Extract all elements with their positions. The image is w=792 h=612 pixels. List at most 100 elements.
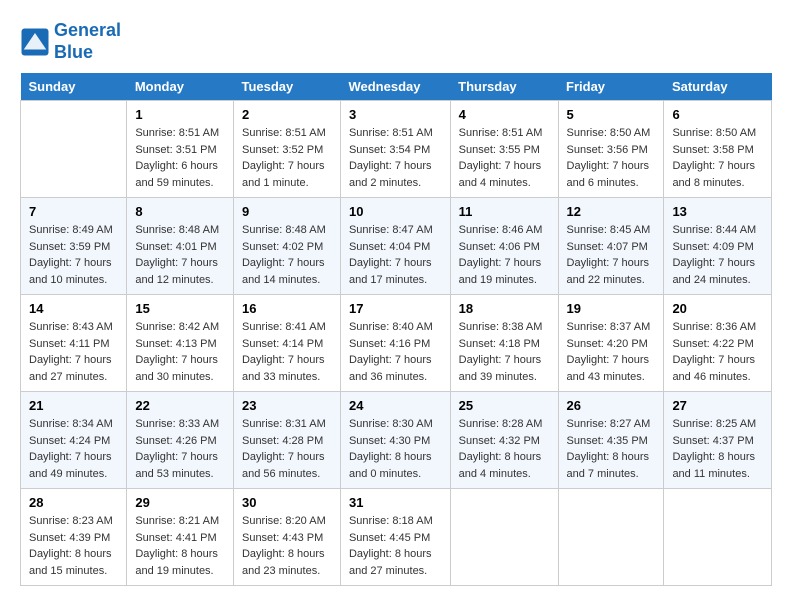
calendar-cell: 16Sunrise: 8:41 AMSunset: 4:14 PMDayligh… — [233, 295, 340, 392]
day-number: 30 — [242, 495, 332, 510]
day-number: 27 — [672, 398, 763, 413]
week-row-3: 14 Sunrise: 8:43 AMSunset: 4:11 PMDayligh… — [21, 295, 772, 392]
day-info: Sunrise: 8:23 AMSunset: 4:39 PMDaylight:… — [29, 513, 118, 579]
day-info: Sunrise: 8:45 AMSunset: 4:07 PMDaylight:… — [567, 222, 656, 288]
header-day-saturday: Saturday — [664, 73, 772, 101]
calendar-cell — [450, 489, 558, 586]
day-number: 2 — [242, 107, 332, 122]
calendar-cell: 22 Sunrise: 8:33 AMSunset: 4:26 PMDayligh… — [127, 392, 234, 489]
calendar-cell: 3 Sunrise: 8:51 AMSunset: 3:54 PMDaylight… — [340, 101, 450, 198]
day-number: 21 — [29, 398, 118, 413]
day-info: Sunrise: 8:27 AMSunset: 4:35 PMDaylight:… — [567, 416, 656, 482]
day-info: Sunrise: 8:49 AMSunset: 3:59 PMDaylight:… — [29, 222, 118, 288]
calendar-cell: 4 Sunrise: 8:51 AMSunset: 3:55 PMDaylight… — [450, 101, 558, 198]
calendar-cell: 20 Sunrise: 8:36 AMSunset: 4:22 PMDayligh… — [664, 295, 772, 392]
day-info: Sunrise: 8:51 AMSunset: 3:52 PMDaylight:… — [242, 125, 332, 191]
day-number: 25 — [459, 398, 550, 413]
calendar-cell: 28 Sunrise: 8:23 AMSunset: 4:39 PMDayligh… — [21, 489, 127, 586]
day-info: Sunrise: 8:43 AMSunset: 4:11 PMDaylight:… — [29, 319, 118, 385]
week-row-5: 28 Sunrise: 8:23 AMSunset: 4:39 PMDayligh… — [21, 489, 772, 586]
calendar-cell: 21 Sunrise: 8:34 AMSunset: 4:24 PMDayligh… — [21, 392, 127, 489]
day-number: 17 — [349, 301, 442, 316]
day-info: Sunrise: 8:34 AMSunset: 4:24 PMDaylight:… — [29, 416, 118, 482]
day-number: 31 — [349, 495, 442, 510]
calendar-cell: 14 Sunrise: 8:43 AMSunset: 4:11 PMDayligh… — [21, 295, 127, 392]
day-number: 18 — [459, 301, 550, 316]
calendar-cell: 23 Sunrise: 8:31 AMSunset: 4:28 PMDayligh… — [233, 392, 340, 489]
day-number: 5 — [567, 107, 656, 122]
header-day-sunday: Sunday — [21, 73, 127, 101]
header-day-friday: Friday — [558, 73, 664, 101]
day-info: Sunrise: 8:30 AMSunset: 4:30 PMDaylight:… — [349, 416, 442, 482]
calendar-cell: 8 Sunrise: 8:48 AMSunset: 4:01 PMDaylight… — [127, 198, 234, 295]
calendar-cell: 15 Sunrise: 8:42 AMSunset: 4:13 PMDayligh… — [127, 295, 234, 392]
day-number: 29 — [135, 495, 225, 510]
day-info: Sunrise: 8:31 AMSunset: 4:28 PMDaylight:… — [242, 416, 332, 482]
day-info: Sunrise: 8:50 AMSunset: 3:56 PMDaylight:… — [567, 125, 656, 191]
calendar-cell: 7 Sunrise: 8:49 AMSunset: 3:59 PMDaylight… — [21, 198, 127, 295]
logo-text: GeneralBlue — [54, 20, 121, 63]
day-number: 22 — [135, 398, 225, 413]
page-header: GeneralBlue — [20, 20, 772, 63]
day-info: Sunrise: 8:48 AMSunset: 4:01 PMDaylight:… — [135, 222, 225, 288]
calendar-cell: 17 Sunrise: 8:40 AMSunset: 4:16 PMDayligh… — [340, 295, 450, 392]
logo-icon — [20, 27, 50, 57]
calendar-cell: 11Sunrise: 8:46 AMSunset: 4:06 PMDayligh… — [450, 198, 558, 295]
day-info: Sunrise: 8:47 AMSunset: 4:04 PMDaylight:… — [349, 222, 442, 288]
day-info: Sunrise: 8:21 AMSunset: 4:41 PMDaylight:… — [135, 513, 225, 579]
day-number: 12 — [567, 204, 656, 219]
day-info: Sunrise: 8:50 AMSunset: 3:58 PMDaylight:… — [672, 125, 763, 191]
day-number: 10 — [349, 204, 442, 219]
calendar-cell — [664, 489, 772, 586]
calendar-cell: 12 Sunrise: 8:45 AMSunset: 4:07 PMDayligh… — [558, 198, 664, 295]
header-day-wednesday: Wednesday — [340, 73, 450, 101]
day-info: Sunrise: 8:51 AMSunset: 3:54 PMDaylight:… — [349, 125, 442, 191]
day-info: Sunrise: 8:28 AMSunset: 4:32 PMDaylight:… — [459, 416, 550, 482]
day-number: 8 — [135, 204, 225, 219]
day-number: 14 — [29, 301, 118, 316]
day-info: Sunrise: 8:18 AMSunset: 4:45 PMDaylight:… — [349, 513, 442, 579]
day-info: Sunrise: 8:44 AMSunset: 4:09 PMDaylight:… — [672, 222, 763, 288]
header-day-thursday: Thursday — [450, 73, 558, 101]
day-info: Sunrise: 8:37 AMSunset: 4:20 PMDaylight:… — [567, 319, 656, 385]
day-number: 26 — [567, 398, 656, 413]
day-info: Sunrise: 8:33 AMSunset: 4:26 PMDaylight:… — [135, 416, 225, 482]
calendar-cell: 1Sunrise: 8:51 AMSunset: 3:51 PMDaylight… — [127, 101, 234, 198]
day-number: 13 — [672, 204, 763, 219]
day-number: 23 — [242, 398, 332, 413]
day-number: 7 — [29, 204, 118, 219]
calendar-cell — [21, 101, 127, 198]
logo: GeneralBlue — [20, 20, 121, 63]
day-info: Sunrise: 8:36 AMSunset: 4:22 PMDaylight:… — [672, 319, 763, 385]
calendar-cell: 18 Sunrise: 8:38 AMSunset: 4:18 PMDayligh… — [450, 295, 558, 392]
calendar-cell: 29 Sunrise: 8:21 AMSunset: 4:41 PMDayligh… — [127, 489, 234, 586]
week-row-2: 7 Sunrise: 8:49 AMSunset: 3:59 PMDaylight… — [21, 198, 772, 295]
day-info: Sunrise: 8:48 AMSunset: 4:02 PMDaylight:… — [242, 222, 332, 288]
day-number: 15 — [135, 301, 225, 316]
header-day-tuesday: Tuesday — [233, 73, 340, 101]
day-info: Sunrise: 8:41 AMSunset: 4:14 PMDaylight:… — [242, 319, 332, 385]
calendar-cell: 10 Sunrise: 8:47 AMSunset: 4:04 PMDayligh… — [340, 198, 450, 295]
calendar-cell: 5 Sunrise: 8:50 AMSunset: 3:56 PMDaylight… — [558, 101, 664, 198]
day-number: 20 — [672, 301, 763, 316]
calendar-cell: 25 Sunrise: 8:28 AMSunset: 4:32 PMDayligh… — [450, 392, 558, 489]
day-info: Sunrise: 8:38 AMSunset: 4:18 PMDaylight:… — [459, 319, 550, 385]
calendar-cell: 27Sunrise: 8:25 AMSunset: 4:37 PMDayligh… — [664, 392, 772, 489]
day-number: 4 — [459, 107, 550, 122]
calendar-cell: 30 Sunrise: 8:20 AMSunset: 4:43 PMDayligh… — [233, 489, 340, 586]
day-number: 11 — [459, 204, 550, 219]
calendar-cell: 31 Sunrise: 8:18 AMSunset: 4:45 PMDayligh… — [340, 489, 450, 586]
calendar-cell — [558, 489, 664, 586]
calendar-cell: 2 Sunrise: 8:51 AMSunset: 3:52 PMDaylight… — [233, 101, 340, 198]
day-info: Sunrise: 8:51 AMSunset: 3:55 PMDaylight:… — [459, 125, 550, 191]
day-info: Sunrise: 8:40 AMSunset: 4:16 PMDaylight:… — [349, 319, 442, 385]
day-info: Sunrise: 8:42 AMSunset: 4:13 PMDaylight:… — [135, 319, 225, 385]
calendar-cell: 9Sunrise: 8:48 AMSunset: 4:02 PMDaylight… — [233, 198, 340, 295]
day-info: Sunrise: 8:20 AMSunset: 4:43 PMDaylight:… — [242, 513, 332, 579]
day-number: 24 — [349, 398, 442, 413]
day-number: 3 — [349, 107, 442, 122]
day-number: 6 — [672, 107, 763, 122]
calendar-cell: 26 Sunrise: 8:27 AMSunset: 4:35 PMDayligh… — [558, 392, 664, 489]
day-number: 1 — [135, 107, 225, 122]
day-number: 28 — [29, 495, 118, 510]
